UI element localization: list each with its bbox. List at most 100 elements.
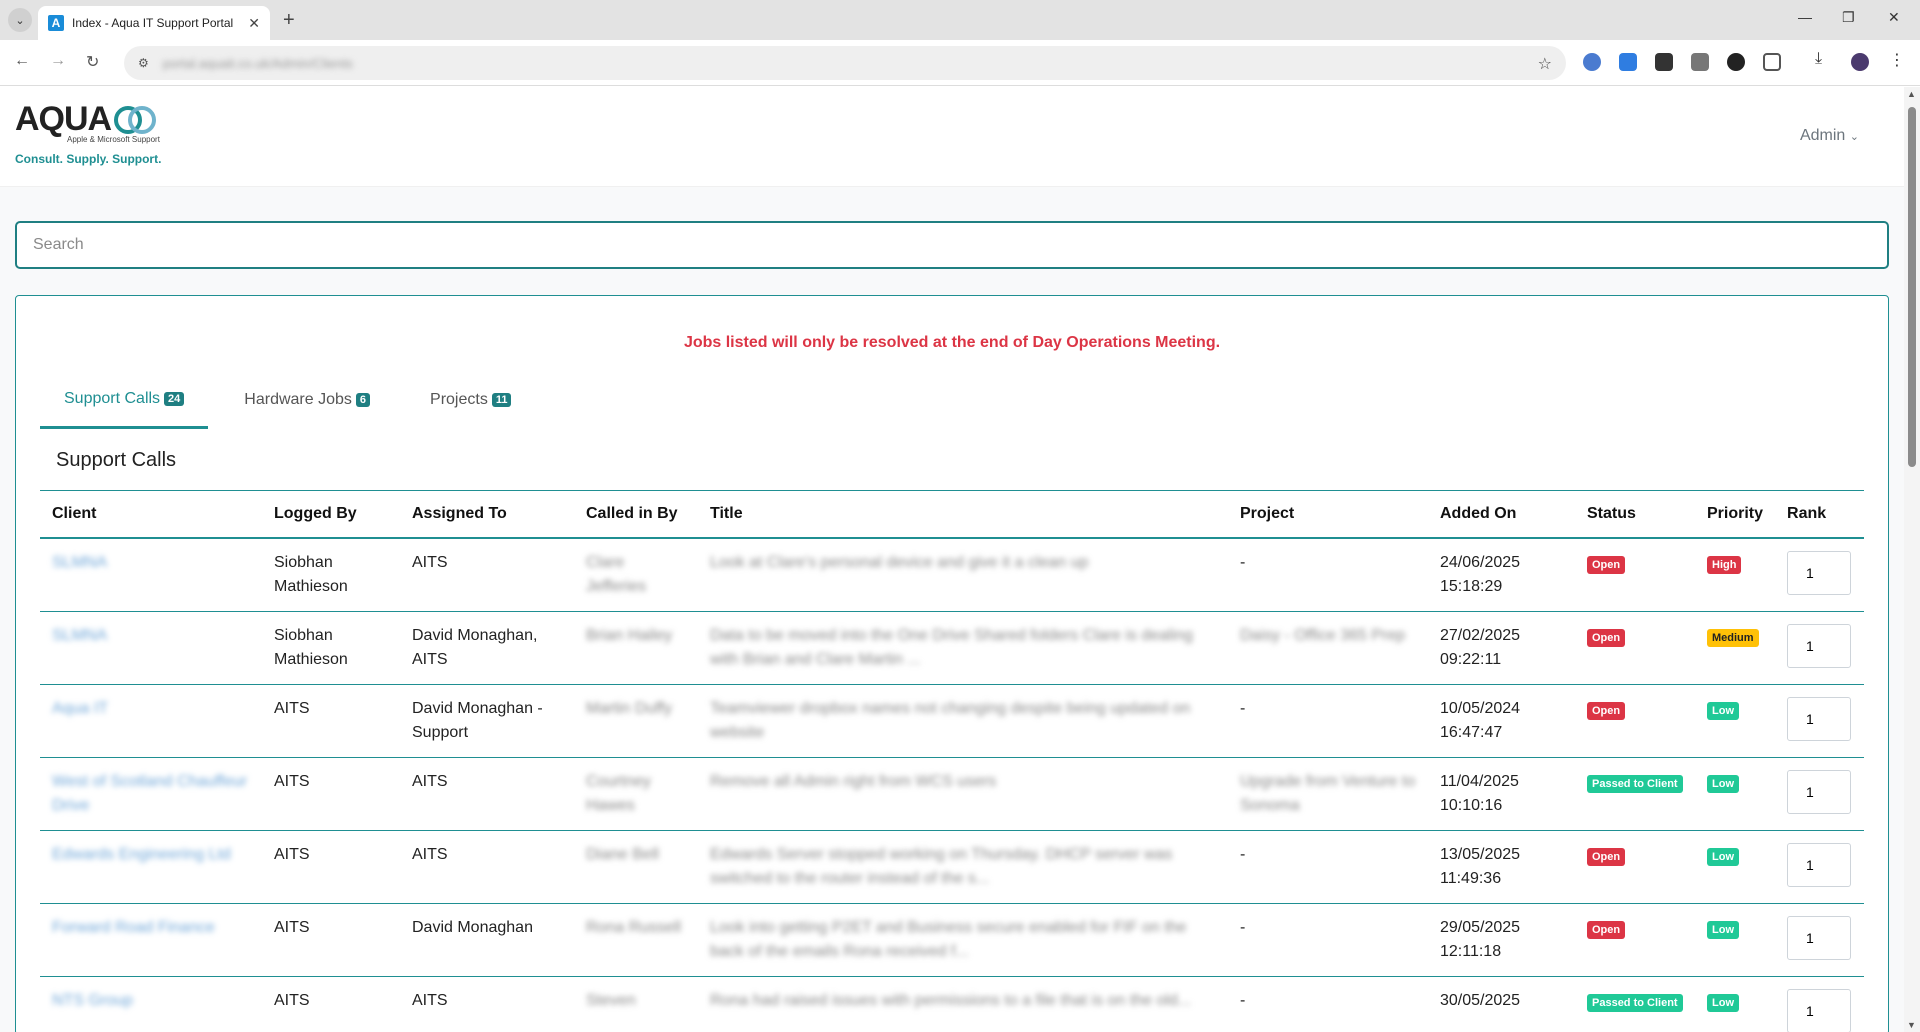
tab-projects[interactable]: Projects 11 [406, 390, 535, 429]
status-badge: Open [1587, 556, 1626, 574]
job-title: Look at Clare's personal device and give… [710, 554, 1089, 571]
column-header-priority[interactable]: Priority [1695, 490, 1776, 539]
column-header-client[interactable]: Client [40, 490, 262, 539]
caller-name: Brian Hailey [586, 626, 673, 644]
cell-title: Look at Clare's personal device and give… [698, 538, 1228, 612]
table-row[interactable]: Edwards Engineering Ltd AITS AITS Diane Bel… [40, 830, 1864, 904]
cell-client[interactable]: NTS Group [40, 976, 262, 1032]
close-window-button[interactable]: ✕ [1888, 9, 1900, 26]
cell-logged-by: AITS [262, 830, 400, 904]
site-header: AQUA Apple & Microsoft Support Consult. … [0, 87, 1904, 187]
cell-called-in-by: Rona Russell [574, 903, 698, 977]
browser-tab[interactable]: A Index - Aqua IT Support Portal ✕ [38, 6, 270, 40]
client-link[interactable]: Aqua IT [52, 700, 108, 717]
restore-button[interactable]: ❐ [1842, 9, 1855, 26]
rank-input[interactable] [1787, 988, 1852, 1032]
column-header-added-on[interactable]: Added On [1428, 490, 1575, 539]
job-title: Teamviewer dropbox names not changing de… [710, 699, 1191, 741]
admin-menu-label: Admin [1799, 127, 1846, 144]
download-icon[interactable]: ⤓ [1815, 50, 1833, 68]
aqua-logo[interactable]: AQUA Apple & Microsoft Support Consult. … [15, 100, 161, 166]
column-header-logged-by[interactable]: Logged By [262, 490, 400, 539]
profile-avatar[interactable] [1851, 53, 1869, 71]
client-link[interactable]: SLMNA [52, 627, 107, 644]
cell-status: Open [1575, 611, 1695, 685]
extensions-puzzle-icon[interactable] [1763, 53, 1781, 71]
table-row[interactable]: Forward Road Finance AITS David Monaghan Ro… [40, 903, 1864, 977]
page-scrollbar[interactable]: ▲ ▼ [1904, 87, 1920, 1032]
scroll-up-icon[interactable]: ▲ [1907, 89, 1916, 99]
search-input[interactable] [15, 221, 1889, 269]
logo-subtitle: Apple & Microsoft Support [67, 135, 160, 144]
client-link[interactable]: Forward Road Finance [52, 919, 215, 936]
column-header-project[interactable]: Project [1228, 490, 1428, 539]
support-calls-table: Client Logged By Assigned To Called in B… [40, 490, 1864, 1032]
scroll-down-icon[interactable]: ▼ [1907, 1020, 1916, 1030]
close-tab-icon[interactable]: ✕ [248, 15, 260, 32]
column-header-status[interactable]: Status [1575, 490, 1695, 539]
cell-priority: Low [1695, 830, 1776, 904]
job-title: Edwards Server stopped working on Thursd… [710, 845, 1173, 887]
caller-name: Clare Jefferies [586, 554, 647, 595]
cell-client[interactable]: West of Scotland Chauffeur Drive [40, 757, 262, 831]
table-row[interactable]: Aqua IT AITS David Monaghan - Support Marti… [40, 684, 1864, 758]
tab-hardware-jobs[interactable]: Hardware Jobs 6 [220, 390, 394, 429]
new-tab-button[interactable]: + [283, 9, 295, 32]
admin-menu[interactable]: Admin ⌄ [1800, 127, 1859, 145]
cell-logged-by: AITS [262, 684, 400, 758]
job-title: Remove all Admin right from WCS users [710, 772, 997, 790]
job-title: Data to be moved into the One Drive Shar… [710, 626, 1193, 668]
column-header-rank[interactable]: Rank [1775, 490, 1864, 539]
cell-added-on: 10/05/2024 16:47:47 [1428, 684, 1575, 758]
column-header-called-in-by[interactable]: Called in By [574, 490, 698, 539]
tab-search-button[interactable]: ⌄ [8, 8, 32, 32]
cell-rank [1775, 538, 1864, 612]
cell-client[interactable]: Aqua IT [40, 684, 262, 758]
site-info-icon[interactable]: ⚙ [138, 56, 149, 70]
priority-badge: Low [1707, 774, 1739, 793]
count-badge: 24 [164, 392, 185, 406]
cell-client[interactable]: Edwards Engineering Ltd [40, 830, 262, 904]
extension-2-icon[interactable] [1619, 53, 1637, 71]
address-bar[interactable]: ⚙ portal.aquait.co.uk/Admin/Clients ☆ [124, 46, 1566, 80]
extension-3-icon[interactable] [1655, 53, 1673, 71]
cell-client[interactable]: SLMNA [40, 538, 262, 612]
table-row[interactable]: SLMNA Siobhan Mathieson AITS Clare Jefferie… [40, 538, 1864, 612]
column-header-title[interactable]: Title [698, 490, 1228, 539]
bookmark-star-icon[interactable]: ☆ [1538, 54, 1552, 74]
cell-title: Teamviewer dropbox names not changing de… [698, 684, 1228, 758]
cell-client[interactable]: SLMNA [40, 611, 262, 685]
cell-rank [1775, 611, 1864, 685]
cell-rank [1775, 903, 1864, 977]
extension-5-icon[interactable] [1727, 53, 1745, 71]
rank-input[interactable] [1787, 915, 1852, 960]
column-header-assigned-to[interactable]: Assigned To [400, 490, 574, 539]
client-link[interactable]: NTS Group [52, 992, 133, 1009]
forward-button[interactable]: → [50, 52, 66, 70]
table-row[interactable]: West of Scotland Chauffeur Drive AITS AITS… [40, 757, 1864, 831]
browser-menu-icon[interactable]: ⋮ [1889, 50, 1907, 69]
rank-input[interactable] [1787, 696, 1852, 741]
extension-4-icon[interactable] [1691, 53, 1709, 71]
rank-input[interactable] [1787, 623, 1852, 668]
rank-input[interactable] [1787, 842, 1852, 887]
extension-1-icon[interactable] [1583, 53, 1601, 71]
rank-input[interactable] [1787, 551, 1852, 595]
cell-assigned-to: AITS [400, 538, 574, 612]
cell-project: Upgrade from Venture to Sonoma [1228, 757, 1428, 831]
client-link[interactable]: SLMNA [52, 554, 107, 571]
tab-support-calls[interactable]: Support Calls 24 [40, 390, 209, 429]
scroll-thumb[interactable] [1908, 107, 1916, 467]
reload-button[interactable]: ↻ [86, 52, 99, 72]
client-link[interactable]: Edwards Engineering Ltd [52, 846, 231, 863]
table-row[interactable]: NTS Group AITS AITS Steven Rona had raised i… [40, 976, 1864, 1032]
rank-input[interactable] [1787, 769, 1852, 814]
client-link[interactable]: West of Scotland Chauffeur Drive [52, 773, 247, 814]
caller-name: Rona Russell [586, 918, 682, 936]
cell-assigned-to: AITS [400, 757, 574, 831]
cell-assigned-to: David Monaghan [400, 903, 574, 977]
back-button[interactable]: ← [14, 52, 30, 70]
table-row[interactable]: SLMNA Siobhan Mathieson David Monaghan, AI… [40, 611, 1864, 685]
cell-client[interactable]: Forward Road Finance [40, 903, 262, 977]
minimize-button[interactable]: — [1798, 9, 1812, 25]
